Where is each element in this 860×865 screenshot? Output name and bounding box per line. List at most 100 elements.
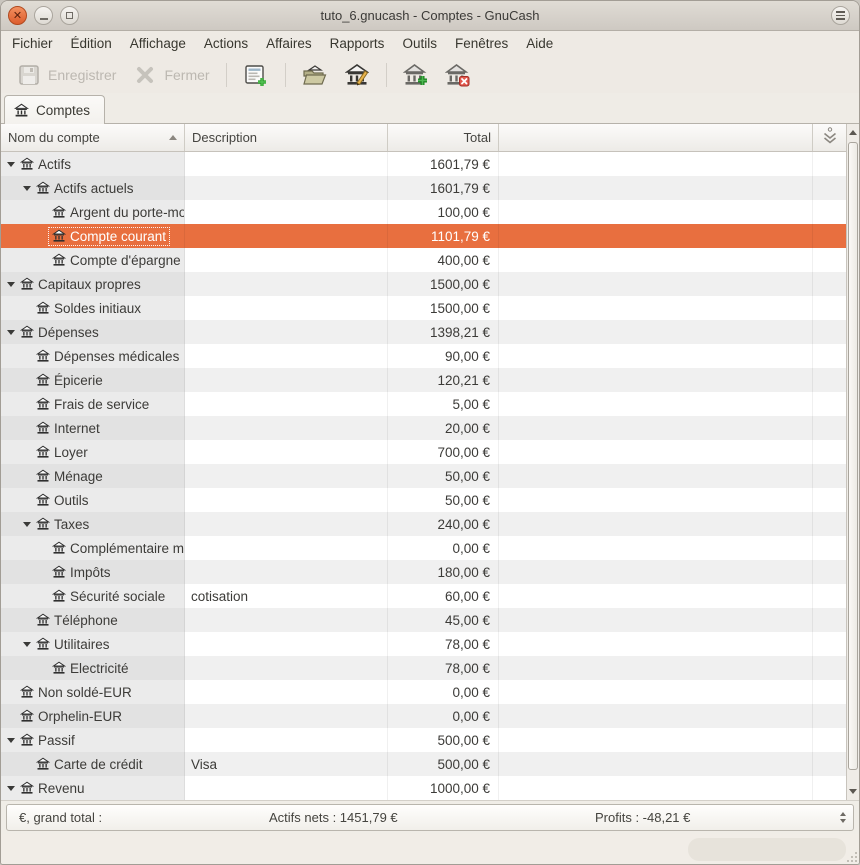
expander-icon[interactable] [20,186,33,191]
account-name: Internet [54,421,100,436]
table-row[interactable]: Épicerie120,21 € [1,368,846,392]
minimize-window-button[interactable] [34,6,53,25]
delete-account-icon [445,62,471,88]
table-row[interactable]: Passif500,00 € [1,728,846,752]
account-total: 1398,21 € [388,320,499,344]
account-total: 180,00 € [388,560,499,584]
save-button[interactable]: Enregistrer [9,58,123,92]
table-row[interactable]: Utilitaires78,00 € [1,632,846,656]
vertical-scrollbar[interactable] [846,124,859,800]
account-total: 120,21 € [388,368,499,392]
account-icon [52,541,66,555]
table-row[interactable]: Loyer700,00 € [1,440,846,464]
expander-icon[interactable] [20,642,33,647]
row-filler [499,344,813,368]
resize-grip-icon[interactable] [847,852,857,862]
table-row[interactable]: Téléphone45,00 € [1,608,846,632]
menubar: FichierÉditionAffichageActionsAffairesRa… [1,31,859,56]
table-row[interactable]: Compte courant1101,79 € [1,224,846,248]
account-icon [36,757,50,771]
row-chooser-cell [813,152,846,176]
table-row[interactable]: Compte d'épargne400,00 € [1,248,846,272]
account-total: 1000,00 € [388,776,499,800]
column-chooser-button[interactable] [813,124,846,151]
menu-item-affaires[interactable]: Affaires [257,34,321,53]
expander-icon[interactable] [4,738,17,743]
table-row[interactable]: Sécurité socialecotisation60,00 € [1,584,846,608]
account-description [185,416,388,440]
scroll-up-button[interactable] [847,124,859,141]
window-menu-button[interactable] [831,6,850,25]
account-description [185,464,388,488]
expander-icon[interactable] [4,282,17,287]
menu-item-outils[interactable]: Outils [393,34,446,53]
account-name: Orphelin-EUR [38,709,122,724]
table-row[interactable]: Frais de service5,00 € [1,392,846,416]
table-row[interactable]: Revenu1000,00 € [1,776,846,800]
row-filler [499,704,813,728]
table-row[interactable]: Outils50,00 € [1,488,846,512]
menu-item-actions[interactable]: Actions [195,34,257,53]
account-icon [36,397,50,411]
account-description [185,632,388,656]
expander-icon[interactable] [4,330,17,335]
table-row[interactable]: Dépenses1398,21 € [1,320,846,344]
column-header-name[interactable]: Nom du compte [1,124,185,151]
scrollbar-thumb[interactable] [848,142,858,770]
table-row[interactable]: Taxes240,00 € [1,512,846,536]
table-row[interactable]: Electricité78,00 € [1,656,846,680]
edit-account-button[interactable] [337,58,377,92]
account-icon [20,685,34,699]
table-row[interactable]: Actifs actuels1601,79 € [1,176,846,200]
table-row[interactable]: Internet20,00 € [1,416,846,440]
table-row[interactable]: Orphelin-EUR0,00 € [1,704,846,728]
table-row[interactable]: Capitaux propres1500,00 € [1,272,846,296]
maximize-window-button[interactable] [60,6,79,25]
account-description [185,200,388,224]
table-row[interactable]: Impôts180,00 € [1,560,846,584]
menu-item-aide[interactable]: Aide [517,34,562,53]
expander-icon[interactable] [20,522,33,527]
account-description [185,776,388,800]
menu-item-fenetres[interactable]: Fenêtres [446,34,517,53]
account-name: Taxes [54,517,89,532]
menu-item-edition[interactable]: Édition [62,34,121,53]
table-row[interactable]: Dépenses médicales90,00 € [1,344,846,368]
new-account-button[interactable] [396,58,436,92]
table-row[interactable]: Ménage50,00 € [1,464,846,488]
menu-item-rapports[interactable]: Rapports [321,34,394,53]
table-row[interactable]: Actifs1601,79 € [1,152,846,176]
table-row[interactable]: Complémentaire m0,00 € [1,536,846,560]
tabbar: Comptes [1,93,859,124]
account-total: 1601,79 € [388,152,499,176]
open-account-button[interactable] [295,58,335,92]
table-row[interactable]: Carte de créditVisa500,00 € [1,752,846,776]
row-chooser-cell [813,584,846,608]
tab-comptes[interactable]: Comptes [4,95,105,124]
account-name: Loyer [54,445,88,460]
expander-icon[interactable] [4,786,17,791]
table-row[interactable]: Non soldé-EUR0,00 € [1,680,846,704]
new-invoice-button[interactable] [236,58,276,92]
column-header-description[interactable]: Description [185,124,388,151]
delete-account-button[interactable] [438,58,478,92]
account-description [185,368,388,392]
table-row[interactable]: Argent du porte-mo100,00 € [1,200,846,224]
titlebar: ✕ tuto_6.gnucash - Comptes - GnuCash [1,1,859,31]
account-icon [36,517,50,531]
close-window-button[interactable]: ✕ [8,6,27,25]
toolbar: Enregistrer Fermer [1,56,859,93]
row-chooser-cell [813,728,846,752]
menu-item-fichier[interactable]: Fichier [3,34,62,53]
summary-bar: €, grand total : Actifs nets : 1451,79 €… [6,804,854,831]
row-chooser-cell [813,512,846,536]
close-tab-button[interactable]: Fermer [125,58,216,92]
sort-ascending-icon [169,135,177,140]
summary-spinner[interactable] [840,805,846,830]
scroll-down-button[interactable] [847,783,859,800]
menu-item-affichage[interactable]: Affichage [121,34,195,53]
row-chooser-cell [813,680,846,704]
expander-icon[interactable] [4,162,17,167]
column-header-total[interactable]: Total [388,124,499,151]
table-row[interactable]: Soldes initiaux1500,00 € [1,296,846,320]
